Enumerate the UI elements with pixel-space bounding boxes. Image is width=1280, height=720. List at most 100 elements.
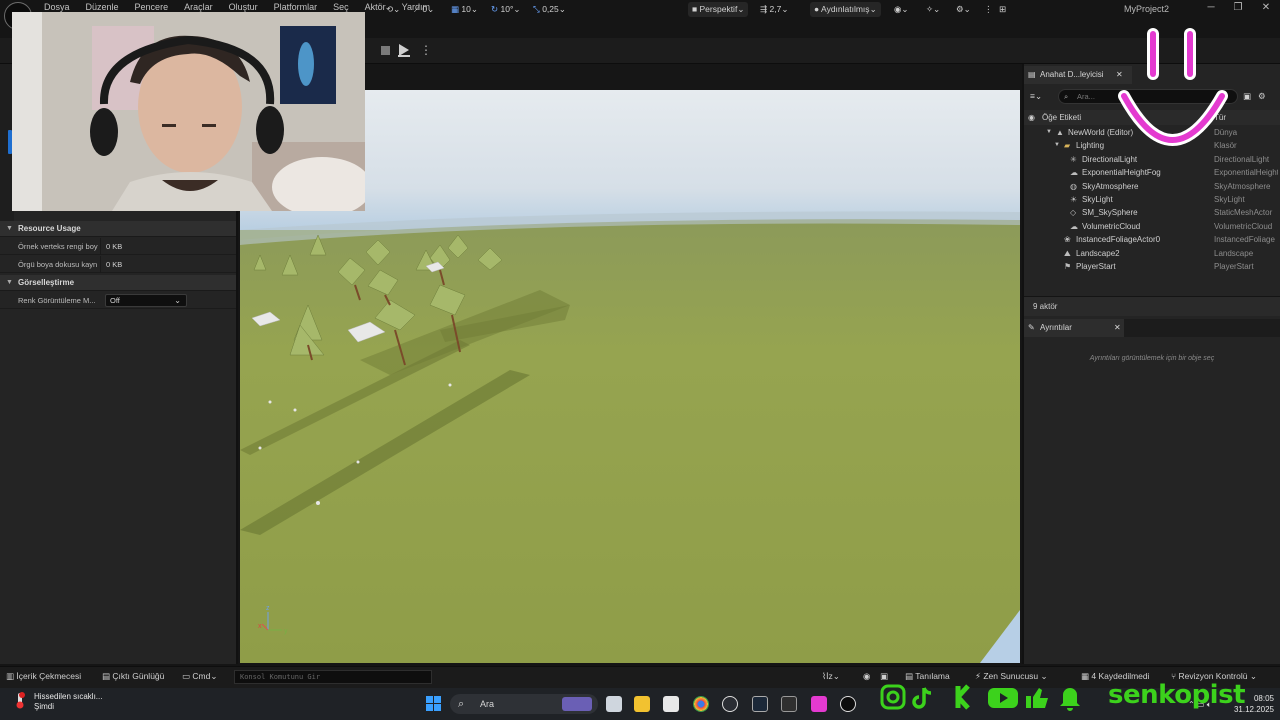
search-icon: ⌕ (458, 698, 465, 710)
record-icon[interactable]: ◉ (863, 671, 870, 682)
outliner-item-name: Lighting (1076, 141, 1105, 151)
color-view-mode-dropdown[interactable]: Off ⌄ (105, 294, 187, 307)
unreal-taskbar-icon[interactable] (840, 696, 856, 712)
collapse-arrow-icon: ▼ (6, 279, 13, 286)
minimize-icon[interactable]: ─ (1204, 2, 1218, 13)
cmd-button[interactable]: ▭ Cmd⌄ (182, 671, 217, 682)
lighting-mode-label: Aydınlatılmış (821, 4, 870, 14)
outliner-row[interactable]: ◍ SkyAtmosphere SkyAtmosphere (1024, 180, 1280, 193)
menu-item[interactable]: Platformlar (266, 2, 326, 12)
camera-icon: ■ (692, 4, 698, 14)
store-icon[interactable] (663, 696, 679, 712)
grid-snap-button[interactable]: ▦ 10⌄ (451, 2, 478, 17)
outliner-item-type: VolumetricCloud (1214, 221, 1273, 231)
epic-games-icon[interactable] (781, 696, 797, 712)
menu-item[interactable]: Pencere (127, 2, 177, 12)
outliner-row[interactable]: ⚑ PlayerStart PlayerStart (1024, 260, 1280, 273)
streamer-brand-overlay (876, 682, 1106, 714)
console-input[interactable]: Konsol Komutunu Gir (234, 670, 432, 684)
output-log-button[interactable]: ▤ Çıktı Günlüğü (102, 671, 164, 682)
visibility-icon[interactable]: ◉ (1028, 110, 1035, 125)
expand-arrow-icon[interactable]: ▼ (1054, 139, 1060, 152)
realtime-button[interactable]: ✧⌄ (926, 2, 940, 17)
menu-item[interactable]: Düzenle (78, 2, 127, 12)
search-highlight-icon (562, 697, 592, 711)
weather-widget[interactable]: Hissedilen sıcaklı... Şimdi (34, 692, 102, 712)
stop-button[interactable] (381, 46, 390, 55)
eye-icon: ◉ (894, 4, 902, 14)
transform-mode-button[interactable]: ⟲⌄ (386, 2, 400, 17)
windows-start-icon[interactable] (426, 696, 441, 711)
layout-icon[interactable]: ⊞ (999, 2, 1006, 17)
property-row: Renk Görüntüleme M... Off ⌄ (0, 292, 236, 309)
taskbar-search[interactable]: ⌕ Ara (450, 694, 598, 714)
close-tab-icon[interactable]: ✕ (1114, 319, 1121, 337)
menu-item[interactable]: Oluştur (221, 2, 266, 12)
weather-subtitle: Şimdi (34, 702, 55, 711)
foliage-icon: ❀ (1064, 235, 1071, 245)
camera-capture-icon[interactable]: ▣ (880, 671, 888, 682)
folder-icon: ▰ (1064, 141, 1071, 151)
scale-snap-button[interactable]: ⤡ 0,25⌄ (533, 2, 566, 17)
zen-server-button[interactable]: ⚡ Zen Sunucusu ⌄ (975, 671, 1048, 682)
rotation-snap-button[interactable]: ↻ 10°⌄ (491, 2, 520, 17)
close-icon[interactable]: ✕ (1259, 2, 1273, 13)
outliner-row[interactable]: ☁ ExponentialHeightFog ExponentialHeightFo… (1024, 166, 1280, 179)
viewport-options-icon[interactable]: ⋮ (984, 2, 993, 17)
tab-label: Ayrıntılar (1040, 323, 1072, 332)
discord-icon[interactable] (722, 696, 738, 712)
diagnostics-button[interactable]: ▤ Tanılama (905, 671, 950, 682)
task-view-icon[interactable] (606, 696, 622, 712)
maximize-icon[interactable]: ❐ (1231, 2, 1245, 13)
outliner-item-name: SkyLight (1082, 195, 1113, 204)
outliner-row[interactable]: ☁ VolumetricCloud VolumetricCloud (1024, 220, 1280, 233)
menu-item[interactable]: Araçlar (176, 2, 221, 12)
play-button-underline (398, 55, 410, 57)
perspective-button[interactable]: ■ Perspektif⌄ (688, 2, 749, 17)
actor-count: 9 aktör (1024, 296, 1280, 316)
outliner-icon: ▤ (1028, 70, 1036, 79)
trace-button[interactable]: ⌇İz⌄ (822, 671, 840, 682)
settings-button[interactable]: ⚙⌄ (956, 2, 971, 17)
taskbar-search-label: Ara (480, 699, 495, 709)
tab-details[interactable]: ✎ Ayrıntılar ✕ (1024, 319, 1124, 337)
folder-add-icon[interactable]: ▣ (1243, 89, 1251, 104)
outliner-item-name: InstancedFoliageActor0 (1076, 235, 1161, 245)
outliner-row[interactable]: ❀ InstancedFoliageActor0 InstancedFoliage (1024, 233, 1280, 246)
outliner-row[interactable]: ◇ SM_SkySphere StaticMeshActor (1024, 206, 1280, 219)
outliner-row[interactable]: ☀ SkyLight SkyLight (1024, 193, 1280, 206)
kick-icon (955, 684, 970, 710)
expand-arrow-icon[interactable]: ▼ (1046, 126, 1052, 139)
app-pink-icon[interactable] (811, 696, 827, 712)
menu-item[interactable]: Dosya (36, 2, 78, 12)
menu-item[interactable]: Seç (325, 2, 357, 12)
chrome-icon[interactable] (693, 696, 709, 712)
angle-snap-button[interactable]: ⟋ 0⌄ (414, 2, 434, 17)
gear-icon: ⚙ (956, 4, 964, 14)
section-visualization[interactable]: ▼ Görselleştirme (0, 275, 236, 291)
file-explorer-icon[interactable] (634, 696, 650, 712)
property-label: Örnek verteks rengi boy (18, 242, 98, 251)
output-log-label: Çıktı Günlüğü (112, 671, 165, 681)
zen-icon: ⚡ (975, 671, 981, 681)
weather-icon[interactable] (12, 692, 28, 710)
content-drawer-button[interactable]: ▥ İçerik Çekmecesi (6, 671, 81, 682)
details-tab-bar: ✎ Ayrıntılar ✕ (1024, 319, 1280, 337)
section-title: Görselleştirme (18, 278, 75, 287)
show-flags-button[interactable]: ◉⌄ (894, 2, 909, 17)
steam-icon[interactable] (752, 696, 768, 712)
rotation-snap-value: 10° (500, 4, 514, 14)
sphere-icon: ● (814, 4, 820, 14)
menu-bar: Dosya Düzenle Pencere Araçlar Oluştur Platfor… (36, 2, 438, 12)
section-resource-usage[interactable]: ▼ Resource Usage (0, 221, 236, 237)
camera-speed-button[interactable]: ⇶ 2,7⌄ (760, 2, 788, 17)
property-value: 0 KB (106, 260, 123, 269)
filter-icon[interactable]: ≡⌄ (1030, 89, 1042, 104)
angle-snap-value: 0 (422, 4, 428, 14)
lighting-mode-button[interactable]: ● Aydınlatılmış⌄ (810, 2, 881, 17)
outliner-item-type: PlayerStart (1214, 262, 1254, 271)
play-options-icon[interactable]: ⋮ (420, 43, 432, 57)
column-label[interactable]: Öğe Etiketi (1042, 110, 1081, 125)
outliner-row[interactable]: ⛰ Landscape2 Landscape (1024, 247, 1280, 260)
outliner-settings-icon[interactable]: ⚙ (1258, 89, 1266, 104)
